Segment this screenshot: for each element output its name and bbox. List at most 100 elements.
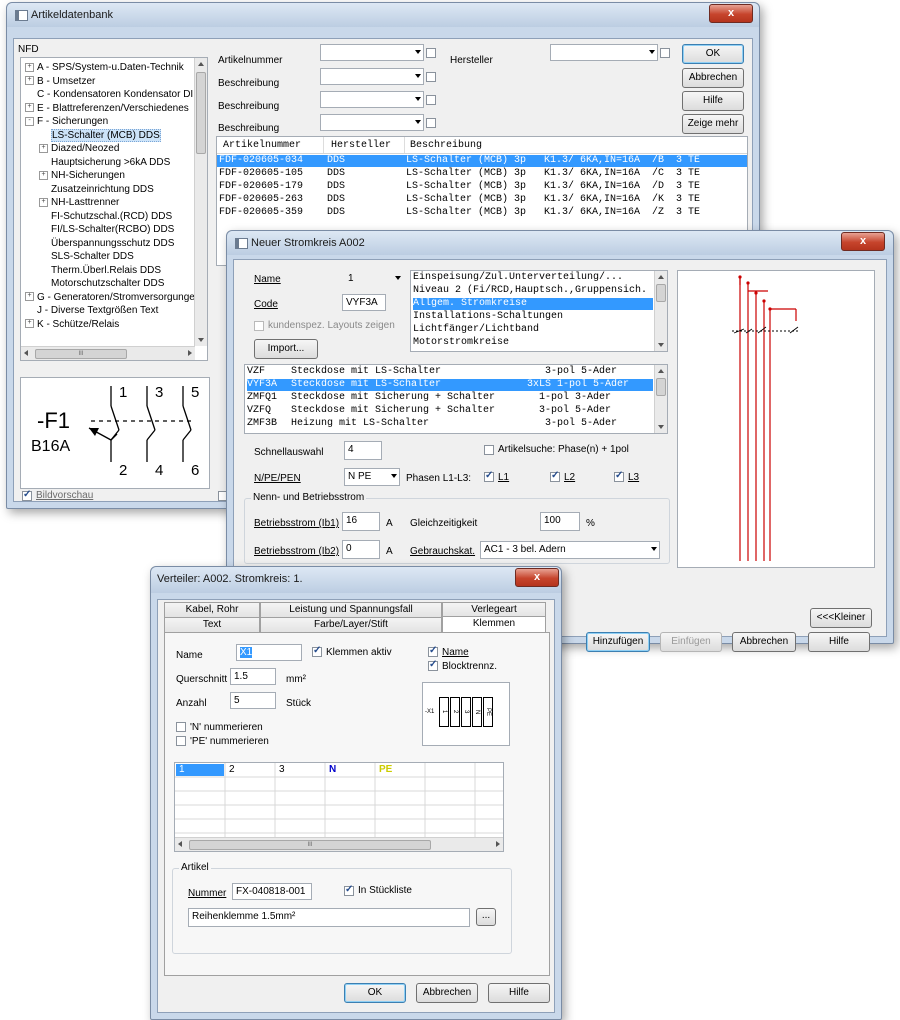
tree-item[interactable]: + A - SPS/System-u.Daten-Technik xyxy=(25,62,184,74)
terminal-cell[interactable]: 1 xyxy=(176,764,224,776)
tree-item[interactable]: -F - Sicherungen xyxy=(25,116,108,128)
beschreibung-checkbox-3[interactable] xyxy=(426,118,436,128)
expand-icon[interactable]: + xyxy=(39,170,48,180)
tree-item[interactable]: Zusatzeinrichtung DDS xyxy=(39,184,154,196)
artikelnummer-combo[interactable] xyxy=(320,44,424,61)
table-row[interactable]: FDF-020605-179 DDS LS-Schalter (MCB) 3p K1… xyxy=(217,181,747,193)
tree-item[interactable]: Therm.Überl.Relais DDS xyxy=(39,265,161,277)
scroll-down-arrow-icon[interactable] xyxy=(198,338,204,342)
tree-vertical-scrollbar[interactable] xyxy=(194,58,207,346)
tree-item[interactable]: + G - Generatoren/Stromversorgunge xyxy=(25,292,195,304)
hscroll-thumb[interactable]: III xyxy=(35,349,127,359)
beschreibung-combo-2[interactable] xyxy=(320,91,424,108)
hilfe-button[interactable]: Hilfe xyxy=(488,983,550,1003)
tree-item[interactable]: + K - Schütze/Relais xyxy=(25,319,119,331)
list-item[interactable]: Lichtfänger/Lichtband xyxy=(413,324,653,336)
ib2-field[interactable]: 0 xyxy=(342,540,380,559)
tree-item[interactable]: + B - Umsetzer xyxy=(25,76,95,88)
zeige-mehr-button[interactable]: Zeige mehr xyxy=(682,114,744,134)
list-item[interactable]: Installations-Schaltungen xyxy=(413,311,653,323)
klemmen-aktiv-checkbox[interactable] xyxy=(312,645,322,657)
list-item[interactable]: ZMFQ1 Steckdose mit Sicherung + Schalter… xyxy=(247,392,653,404)
scroll-thumb[interactable] xyxy=(656,284,666,302)
tree-item[interactable]: FI-Schutzschal.(RCD) DDS xyxy=(39,211,172,223)
category-list[interactable]: Einspeisung/Zul.Unterverteilung/... Nivea… xyxy=(410,270,668,352)
ok-button[interactable]: OK xyxy=(682,44,744,64)
scroll-up-arrow-icon[interactable] xyxy=(198,62,204,66)
expand-icon[interactable]: + xyxy=(39,197,48,207)
hinzufuegen-button[interactable]: Hinzufügen xyxy=(586,632,650,652)
terminal-grid[interactable]: 1 2 3 N PE III xyxy=(174,762,504,852)
table-row[interactable]: FDF-020605-263 DDS LS-Schalter (MCB) 3p K1… xyxy=(217,194,747,206)
tab-kabel-rohr[interactable]: Kabel, Rohr xyxy=(164,602,260,617)
list-item[interactable]: VZF Steckdose mit LS-Schalter 3-pol 5-Ad… xyxy=(247,366,653,378)
list-item[interactable]: Niveau 2 (Fi/RCD,Hauptsch.,Gruppensich. xyxy=(413,285,653,297)
column-header-artikelnummer[interactable]: Artikelnummer xyxy=(223,140,301,151)
artikelsuche-checkbox[interactable] xyxy=(484,445,494,455)
abbrechen-button[interactable]: Abbrechen xyxy=(416,983,478,1003)
code-field[interactable]: VYF3A xyxy=(342,294,386,311)
expand-icon[interactable]: + xyxy=(25,103,34,113)
table-row[interactable]: FDF-020605-359 DDS LS-Schalter (MCB) 3p K1… xyxy=(217,207,747,219)
close-button[interactable]: x xyxy=(709,4,753,23)
hersteller-combo[interactable] xyxy=(550,44,658,61)
close-button[interactable]: x xyxy=(841,232,885,251)
list-item[interactable]: VZFQ Steckdose mit Sicherung + Schalter … xyxy=(247,405,653,417)
terminal-cell[interactable]: PE xyxy=(376,764,424,776)
scroll-left-arrow-icon[interactable] xyxy=(24,350,28,356)
table-row[interactable]: FDF-020605-034 DDS LS-Schalter (MCB) 3p K1… xyxy=(217,155,747,167)
scroll-up-arrow-icon[interactable] xyxy=(658,369,664,373)
scroll-left-arrow-icon[interactable] xyxy=(178,841,182,847)
close-button[interactable]: x xyxy=(515,568,559,587)
tree-item[interactable]: FI/LS-Schalter(RCBO) DDS xyxy=(39,224,174,236)
beschreibung-combo-3[interactable] xyxy=(320,114,424,131)
tab-verlegeart[interactable]: Verlegeart xyxy=(442,602,546,617)
beschreibung-checkbox-1[interactable] xyxy=(426,72,436,82)
nummer-field[interactable]: FX-040818-001 xyxy=(232,883,312,900)
beschreibung-combo-1[interactable] xyxy=(320,68,424,85)
name-checkbox[interactable] xyxy=(428,645,438,657)
expand-icon[interactable]: + xyxy=(25,292,34,302)
blocktrennz-checkbox[interactable] xyxy=(428,659,438,671)
scroll-down-arrow-icon[interactable] xyxy=(658,343,664,347)
terminal-cell[interactable]: N xyxy=(326,764,374,776)
npe-combo[interactable]: N PE xyxy=(344,468,400,486)
list-item[interactable]: VYF3A Steckdose mit LS-Schalter 3xLS 1-p… xyxy=(247,379,653,391)
hersteller-checkbox[interactable] xyxy=(660,48,670,58)
gleichzeitigkeit-field[interactable]: 100 xyxy=(540,512,580,531)
hilfe-button[interactable]: Hilfe xyxy=(808,632,870,652)
circuit-list[interactable]: VZF Steckdose mit LS-Schalter 3-pol 5-Ad… xyxy=(244,364,668,434)
pe-nummerieren-checkbox[interactable] xyxy=(176,736,186,746)
phase-l1-checkbox[interactable] xyxy=(484,470,494,482)
n-nummerieren-checkbox[interactable] xyxy=(176,722,186,732)
tree-item[interactable]: + E - Blattreferenzen/Verschiedenes xyxy=(25,103,189,115)
name-field[interactable]: X1 xyxy=(236,644,302,661)
hilfe-button[interactable]: Hilfe xyxy=(682,91,744,111)
expand-icon[interactable]: + xyxy=(25,319,34,329)
kundenspez-checkbox[interactable] xyxy=(254,321,264,331)
import-button[interactable]: Import... xyxy=(254,339,318,359)
tree-item[interactable]: Hauptsicherung >6kA DDS xyxy=(39,157,170,169)
list-item[interactable]: Motorstromkreise xyxy=(413,337,653,349)
scroll-right-arrow-icon[interactable] xyxy=(496,841,500,847)
scroll-thumb[interactable] xyxy=(196,72,206,154)
expand-icon[interactable]: + xyxy=(39,143,48,153)
phase-l2-checkbox[interactable] xyxy=(550,470,560,482)
category-scrollbar[interactable] xyxy=(654,271,667,351)
list-item[interactable]: Einspeisung/Zul.Unterverteilung/... xyxy=(413,272,653,284)
in-stueckliste-checkbox[interactable] xyxy=(344,884,354,896)
name-combo[interactable]: 1 xyxy=(344,270,404,287)
column-header-beschreibung[interactable]: Beschreibung xyxy=(410,140,482,151)
tree-horizontal-scrollbar[interactable]: III xyxy=(21,346,195,360)
phase-l3-checkbox[interactable] xyxy=(614,470,624,482)
beschreibung-checkbox-2[interactable] xyxy=(426,95,436,105)
scroll-up-arrow-icon[interactable] xyxy=(658,275,664,279)
tree-item[interactable]: J - Diverse Textgrößen Text xyxy=(25,305,158,317)
abbrechen-button[interactable]: Abbrechen xyxy=(732,632,796,652)
grid-horizontal-scrollbar[interactable]: III xyxy=(175,837,503,851)
artikelnummer-checkbox[interactable] xyxy=(426,48,436,58)
collapse-icon[interactable]: - xyxy=(25,116,34,126)
gebrauchskat-combo[interactable]: AC1 - 3 bel. Adern xyxy=(480,541,660,559)
table-row[interactable]: FDF-020605-105 DDS LS-Schalter (MCB) 3p K1… xyxy=(217,168,747,180)
artikel-description-field[interactable]: Reihenklemme 1.5mm² xyxy=(188,908,470,927)
